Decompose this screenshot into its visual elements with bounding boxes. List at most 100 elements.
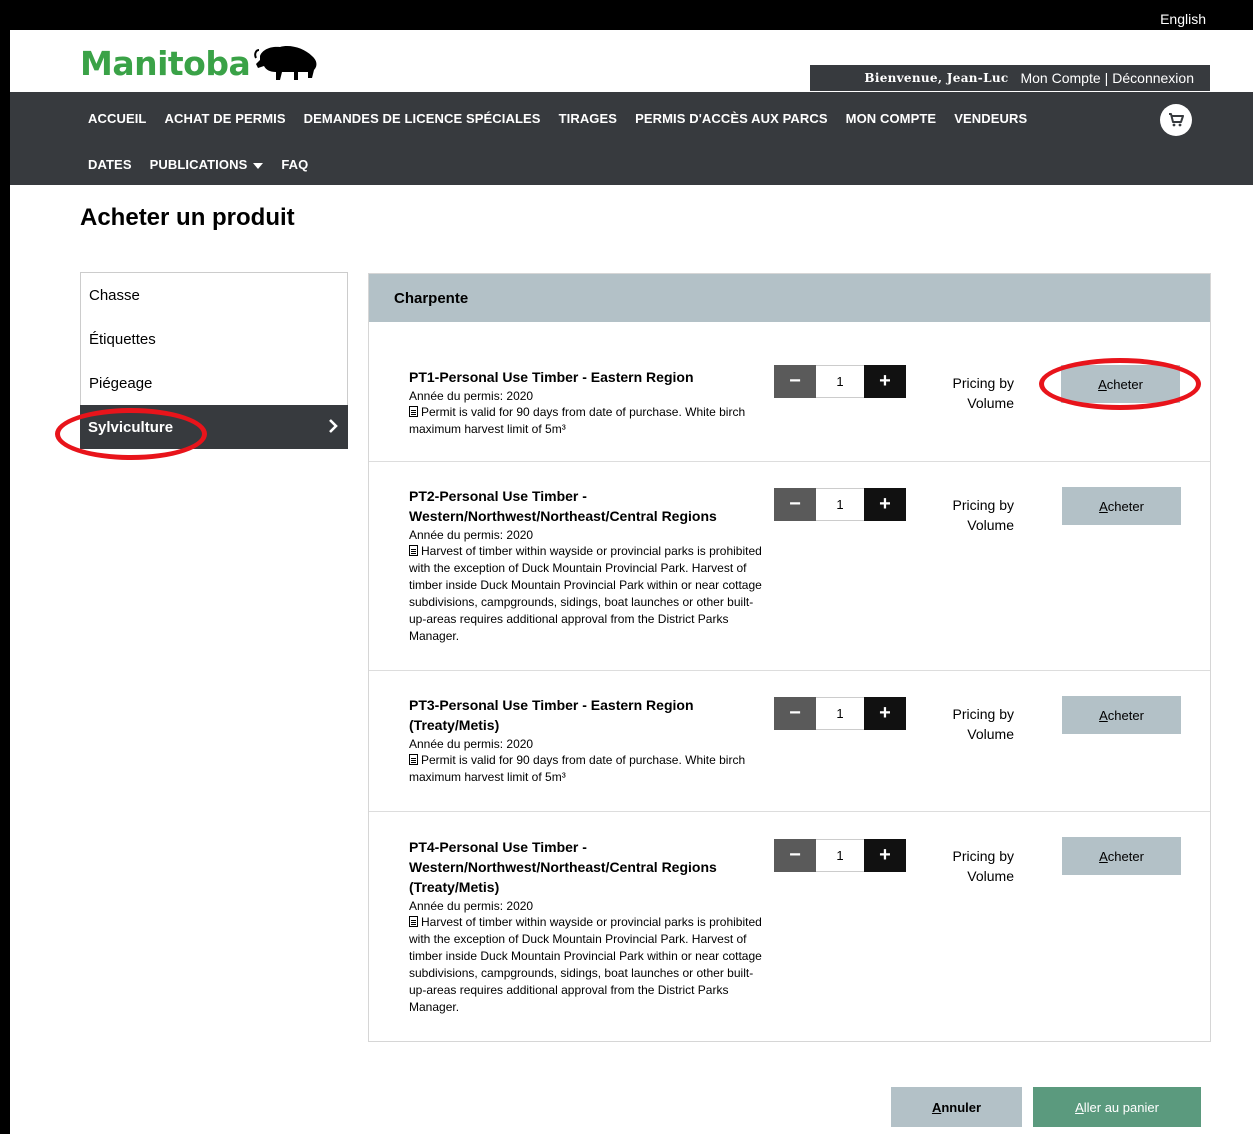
- main-nav: ACCUEIL ACHAT DE PERMIS DEMANDES DE LICE…: [10, 92, 1253, 185]
- increment-button[interactable]: +: [864, 488, 906, 521]
- sidebar-item-label: Piégeage: [89, 374, 153, 392]
- quantity-stepper: − +: [774, 697, 906, 730]
- nav-demandes-licence[interactable]: DEMANDES DE LICENCE SPÉCIALES: [304, 111, 541, 126]
- decrement-button[interactable]: −: [774, 697, 816, 730]
- product-info: PT4-Personal Use Timber - Western/Northw…: [409, 837, 769, 1016]
- accesskey-letter: A: [1099, 498, 1108, 514]
- pricing-label: Pricing by Volume: [934, 704, 1014, 744]
- quantity-stepper: − +: [774, 365, 906, 398]
- product-year: Année du permis: 2020: [409, 737, 534, 751]
- cart-icon: [1169, 113, 1184, 127]
- product-info: PT2-Personal Use Timber - Western/Northw…: [409, 486, 769, 645]
- accesskey-letter: A: [931, 1099, 942, 1115]
- decrement-button[interactable]: −: [774, 488, 816, 521]
- decrement-button[interactable]: −: [774, 365, 816, 398]
- product-description-text: Harvest of timber within wayside or prov…: [409, 544, 762, 643]
- sidebar-item-etiquettes[interactable]: Étiquettes: [81, 317, 347, 361]
- nav-faq[interactable]: FAQ: [281, 157, 308, 172]
- pricing-line-2: Volume: [967, 868, 1014, 884]
- product-description: Permit is valid for 90 days from date of…: [409, 404, 769, 438]
- nav-row-1: ACCUEIL ACHAT DE PERMIS DEMANDES DE LICE…: [88, 111, 1045, 126]
- product-year: Année du permis: 2020: [409, 528, 534, 542]
- pricing-line-1: Pricing by: [952, 706, 1014, 722]
- nav-accueil[interactable]: ACCUEIL: [88, 111, 146, 126]
- product-description-text: Harvest of timber within wayside or prov…: [409, 915, 762, 1014]
- chevron-right-icon: [329, 419, 338, 433]
- sidebar-item-piegeage[interactable]: Piégeage: [81, 361, 347, 405]
- category-sidebar: Chasse Étiquettes Piégeage Sylviculture: [80, 272, 348, 449]
- nav-permis-acces-parcs[interactable]: PERMIS D'ACCÈS AUX PARCS: [635, 111, 828, 126]
- nav-publications[interactable]: PUBLICATIONS: [150, 157, 264, 172]
- pricing-line-1: Pricing by: [952, 375, 1014, 391]
- buy-label: cheter: [1107, 707, 1144, 723]
- product-info: PT1-Personal Use Timber - Eastern Region…: [409, 367, 769, 438]
- sidebar-item-label: Chasse: [89, 286, 140, 304]
- quantity-input[interactable]: [816, 697, 864, 730]
- manitoba-logo[interactable]: Manitoba: [80, 38, 320, 88]
- product-row-pt4: PT4-Personal Use Timber - Western/Northw…: [369, 812, 1210, 1041]
- product-name: PT2-Personal Use Timber - Western/Northw…: [409, 488, 717, 524]
- quantity-input[interactable]: [816, 488, 864, 521]
- product-row-pt1: PT1-Personal Use Timber - Eastern Region…: [369, 322, 1210, 462]
- document-icon: [409, 406, 418, 417]
- nav-dates[interactable]: DATES: [88, 157, 132, 172]
- user-bar-separator: |: [1104, 70, 1109, 86]
- logo-wordmark: Manitoba: [80, 43, 251, 83]
- left-frame-border: [0, 0, 10, 1134]
- nav-vendeurs[interactable]: VENDEURS: [954, 111, 1027, 126]
- product-description: Harvest of timber within wayside or prov…: [409, 914, 769, 1016]
- product-year: Année du permis: 2020: [409, 899, 534, 913]
- increment-button[interactable]: +: [864, 365, 906, 398]
- product-name: PT1-Personal Use Timber - Eastern Region: [409, 369, 694, 385]
- product-info: PT3-Personal Use Timber - Eastern Region…: [409, 695, 769, 786]
- sidebar-item-label: Sylviculture: [88, 418, 174, 436]
- cancel-label: nnuler: [941, 1099, 982, 1115]
- sidebar-item-sylviculture[interactable]: Sylviculture: [80, 405, 348, 449]
- quantity-stepper: − +: [774, 488, 906, 521]
- product-description-text: Permit is valid for 90 days from date of…: [409, 753, 746, 784]
- decrement-button[interactable]: −: [774, 839, 816, 872]
- document-icon: [409, 545, 418, 556]
- pricing-line-2: Volume: [967, 726, 1014, 742]
- cart-button[interactable]: [1160, 104, 1192, 136]
- nav-tirages[interactable]: TIRAGES: [559, 111, 617, 126]
- account-link[interactable]: Mon Compte: [1020, 70, 1100, 86]
- document-icon: [409, 754, 418, 765]
- pricing-line-2: Volume: [967, 395, 1014, 411]
- quantity-input[interactable]: [816, 365, 864, 398]
- buy-label: cheter: [1106, 376, 1143, 392]
- product-row-pt2: PT2-Personal Use Timber - Western/Northw…: [369, 462, 1210, 671]
- go-to-cart-label: ller au panier: [1083, 1099, 1159, 1115]
- product-name: PT4-Personal Use Timber - Western/Northw…: [409, 839, 717, 895]
- pricing-line-2: Volume: [967, 517, 1014, 533]
- bison-icon: [254, 46, 317, 80]
- go-to-cart-button[interactable]: Aller au panier: [1033, 1087, 1201, 1127]
- top-black-bar: English: [0, 0, 1253, 30]
- product-row-pt3: PT3-Personal Use Timber - Eastern Region…: [369, 671, 1210, 812]
- accesskey-letter: A: [1099, 848, 1108, 864]
- pricing-label: Pricing by Volume: [934, 495, 1014, 535]
- logout-link[interactable]: Déconnexion: [1112, 70, 1194, 86]
- quantity-input[interactable]: [816, 839, 864, 872]
- buy-button-pt4[interactable]: Acheter: [1062, 837, 1181, 875]
- caret-down-icon: [253, 162, 264, 169]
- product-panel: Charpente PT1-Personal Use Timber - East…: [368, 273, 1211, 1042]
- buy-button-pt2[interactable]: Acheter: [1062, 487, 1181, 525]
- buy-label: cheter: [1107, 498, 1144, 514]
- product-description-text: Permit is valid for 90 days from date of…: [409, 405, 746, 436]
- product-year: Année du permis: 2020: [409, 389, 534, 403]
- panel-heading: Charpente: [369, 274, 1210, 322]
- user-bar: Bienvenue, Jean-Luc Mon Compte | Déconne…: [810, 65, 1210, 91]
- buy-button-pt1[interactable]: Acheter: [1061, 365, 1180, 403]
- cancel-button[interactable]: Annuler: [891, 1087, 1022, 1127]
- sidebar-item-chasse[interactable]: Chasse: [81, 273, 347, 317]
- increment-button[interactable]: +: [864, 839, 906, 872]
- pricing-label: Pricing by Volume: [934, 846, 1014, 886]
- accesskey-letter: A: [1098, 376, 1107, 392]
- nav-mon-compte[interactable]: MON COMPTE: [846, 111, 937, 126]
- buy-button-pt3[interactable]: Acheter: [1062, 696, 1181, 734]
- language-link[interactable]: English: [1160, 11, 1206, 27]
- document-icon: [409, 916, 418, 927]
- increment-button[interactable]: +: [864, 697, 906, 730]
- nav-achat-de-permis[interactable]: ACHAT DE PERMIS: [164, 111, 285, 126]
